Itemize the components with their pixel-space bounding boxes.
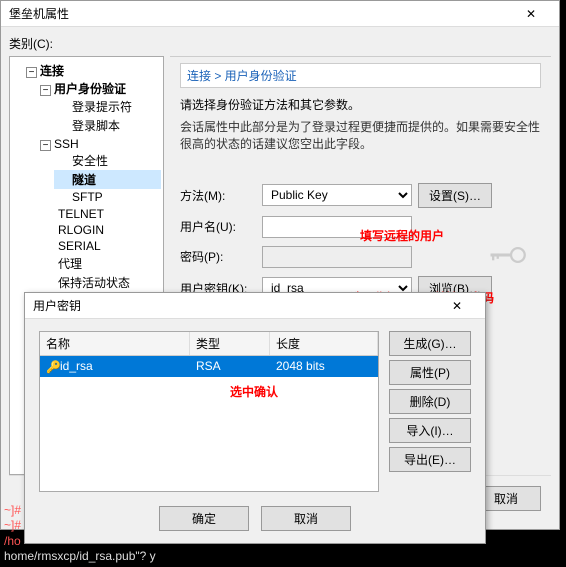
col-type[interactable]: 类型 bbox=[190, 332, 270, 355]
tree-tunnel[interactable]: 隧道 bbox=[54, 170, 161, 189]
titlebar: 堡垒机属性 ✕ bbox=[1, 1, 559, 27]
key-name: id_rsa bbox=[60, 359, 93, 373]
prompt: ~]# bbox=[4, 503, 21, 517]
tree-toggle[interactable]: − bbox=[26, 67, 37, 78]
key-icon: 🔑 bbox=[46, 360, 60, 374]
tree-toggle[interactable]: − bbox=[40, 85, 51, 96]
generate-button[interactable]: 生成(G)… bbox=[389, 331, 471, 356]
dialog-title: 用户密钥 bbox=[33, 297, 81, 314]
tree-toggle[interactable]: − bbox=[40, 140, 51, 151]
col-length[interactable]: 长度 bbox=[270, 332, 378, 355]
key-icon bbox=[489, 243, 527, 270]
tree-auth[interactable]: 用户身份验证 bbox=[54, 82, 126, 96]
tree-rlogin[interactable]: RLOGIN bbox=[40, 222, 161, 238]
password-label: 密码(P): bbox=[180, 248, 256, 265]
panel-description: 请选择身份验证方法和其它参数。 bbox=[180, 96, 541, 113]
prompt-fragment: /ho bbox=[4, 534, 21, 548]
username-input[interactable] bbox=[262, 216, 412, 238]
key-list[interactable]: 名称 类型 长度 🔑id_rsa RSA 2048 bits 选中确认 bbox=[39, 331, 379, 492]
key-length: 2048 bits bbox=[270, 356, 378, 377]
tree-security[interactable]: 安全性 bbox=[54, 151, 161, 170]
tree-ssh[interactable]: SSH bbox=[54, 137, 79, 151]
breadcrumb: 连接 > 用户身份验证 bbox=[180, 63, 541, 88]
list-item[interactable]: 🔑id_rsa RSA 2048 bits bbox=[40, 356, 378, 377]
tree-login-script[interactable]: 登录脚本 bbox=[54, 116, 161, 135]
tree-sftp[interactable]: SFTP bbox=[54, 189, 161, 205]
dialog-title: 堡垒机属性 bbox=[9, 5, 69, 22]
list-header: 名称 类型 长度 bbox=[40, 332, 378, 356]
tree-serial[interactable]: SERIAL bbox=[40, 238, 161, 254]
category-label: 类别(C): bbox=[9, 35, 551, 52]
terminal-line: home/rmsxcp/id_rsa.pub"? y bbox=[4, 549, 562, 565]
tree-proxy[interactable]: 代理 bbox=[40, 254, 161, 273]
export-button[interactable]: 导出(E)… bbox=[389, 447, 471, 472]
tree-login-prompt[interactable]: 登录提示符 bbox=[54, 97, 161, 116]
method-label: 方法(M): bbox=[180, 187, 256, 204]
tree-connection[interactable]: 连接 bbox=[40, 64, 64, 78]
import-button[interactable]: 导入(I)… bbox=[389, 418, 471, 443]
method-select[interactable]: Public Key bbox=[262, 184, 412, 206]
tree-keepalive[interactable]: 保持活动状态 bbox=[40, 273, 161, 292]
col-name[interactable]: 名称 bbox=[40, 332, 190, 355]
tree-telnet[interactable]: TELNET bbox=[40, 206, 161, 222]
delete-button[interactable]: 删除(D) bbox=[389, 389, 471, 414]
close-icon[interactable]: ✕ bbox=[437, 299, 477, 313]
password-input bbox=[262, 246, 412, 268]
close-icon[interactable]: ✕ bbox=[511, 7, 551, 21]
settings-button[interactable]: 设置(S)… bbox=[418, 183, 492, 208]
key-type: RSA bbox=[190, 356, 270, 377]
properties-button[interactable]: 属性(P) bbox=[389, 360, 471, 385]
titlebar: 用户密钥 ✕ bbox=[25, 293, 485, 319]
panel-hint: 会话属性中此部分是为了登录过程更便捷而提供的。如果需要安全性很高的状态的话建议您… bbox=[180, 119, 541, 153]
terminal-output: ~]# ~]# /ho home/rmsxcp/id_rsa.pub"? y bbox=[0, 501, 566, 567]
prompt: ~]# bbox=[4, 518, 21, 532]
username-label: 用户名(U): bbox=[180, 218, 256, 235]
